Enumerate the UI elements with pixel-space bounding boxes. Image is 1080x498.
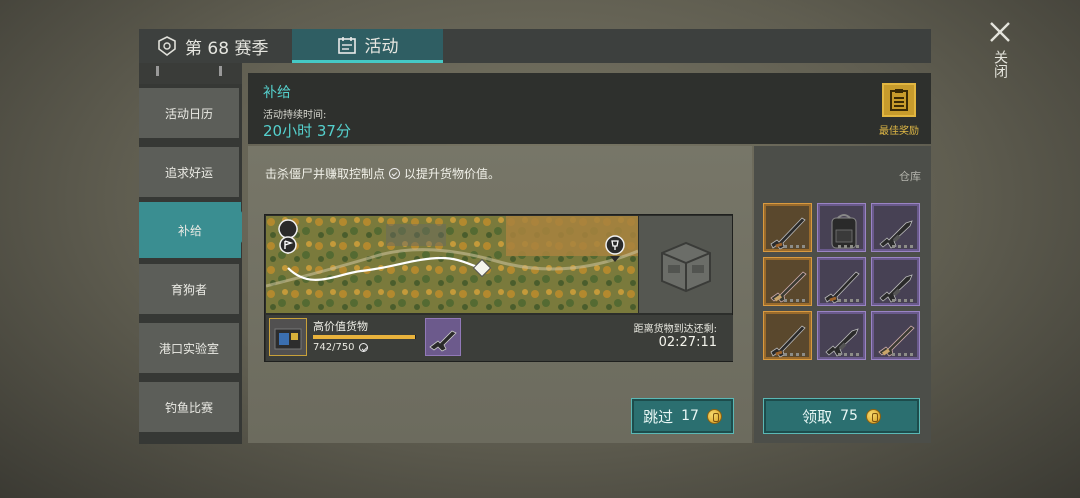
control-point-icon <box>358 343 368 352</box>
control-point-icon <box>389 168 401 179</box>
rarity-dots <box>838 245 862 248</box>
claim-cost: 75 <box>840 408 858 424</box>
sidebar-item-label: 钓鱼比赛 <box>164 400 213 415</box>
instruction-prefix: 击杀僵尸并赚取控制点 <box>265 167 386 181</box>
tab-bar: 第 68 赛季 活动 <box>139 29 931 63</box>
cargo-name: 高价值货物 <box>313 320 368 333</box>
skip-button-label: 跳过 <box>643 407 674 426</box>
calendar-icon <box>337 36 356 54</box>
warehouse-slot[interactable] <box>763 257 812 306</box>
event-title: 补给 <box>263 85 291 101</box>
cargo-count-value: 742/750 <box>313 342 355 353</box>
sidebar-item-luck[interactable]: 追求好运 <box>139 147 239 197</box>
assault-rifle-icon <box>429 330 457 352</box>
assault-rifle-icon <box>879 220 913 249</box>
route-map <box>266 216 638 313</box>
duration-label: 活动持续时间: <box>263 110 327 121</box>
rarity-dots <box>892 299 916 302</box>
tab-activity-label: 活动 <box>364 37 399 57</box>
shotgun-icon <box>770 325 806 358</box>
shotgun-icon <box>770 217 806 250</box>
cargo-progress-fill <box>313 335 415 339</box>
sidebar-item-label: 活动日历 <box>164 106 213 121</box>
sidebar: 活动日历 追求好运 补给 育狗者 港口实验室 钓鱼比赛 <box>139 63 242 444</box>
cargo-progress-bar <box>313 335 416 339</box>
best-reward-label: 最佳奖励 <box>879 126 919 137</box>
sidebar-item-dog-breeder[interactable]: 育狗者 <box>139 264 239 314</box>
tab-season[interactable]: 第 68 赛季 <box>157 29 268 63</box>
sidebar-item-label: 补给 <box>177 223 202 238</box>
warehouse-slot[interactable] <box>817 311 866 360</box>
cargo-reward-slot[interactable] <box>425 318 461 356</box>
warehouse-slot[interactable] <box>817 257 866 306</box>
close-button[interactable]: 关闭 <box>984 20 1016 100</box>
warehouse-slot[interactable] <box>871 311 920 360</box>
claim-button[interactable]: 领取 75 <box>763 398 920 434</box>
backpack-icon <box>831 214 857 249</box>
best-reward-button[interactable]: 最佳奖励 <box>874 83 924 137</box>
event-header: 补给 活动持续时间: 20小时 37分 最佳奖励 <box>248 73 931 144</box>
cargo-row: 高价值货物 742/750 距离货物到达还剩: 02:27:11 <box>266 315 733 361</box>
warehouse-label: 仓库 <box>899 170 921 183</box>
warehouse-slot[interactable] <box>817 203 866 252</box>
warehouse-slot[interactable] <box>763 203 812 252</box>
sidebar-item-calendar[interactable]: 活动日历 <box>139 88 239 138</box>
close-icon <box>990 22 1010 42</box>
shotgun-icon <box>824 271 860 304</box>
rarity-dots <box>784 353 808 356</box>
rarity-dots <box>838 353 862 356</box>
rifle-icon <box>770 271 807 303</box>
assault-rifle-icon <box>879 274 913 303</box>
instruction-text: 击杀僵尸并赚取控制点 以提升货物价值。 <box>265 165 500 182</box>
claim-button-label: 领取 <box>802 407 833 426</box>
sidebar-item-port-lab[interactable]: 港口实验室 <box>139 323 239 373</box>
sidebar-scroll-indicator <box>139 63 242 84</box>
tab-season-label: 第 68 赛季 <box>185 38 269 59</box>
rifle-icon <box>878 325 915 357</box>
coin-icon <box>706 408 722 424</box>
coin-icon <box>865 408 881 424</box>
rarity-dots <box>838 299 862 302</box>
supply-crate-image <box>639 216 732 313</box>
warehouse-slot[interactable] <box>763 311 812 360</box>
rarity-dots <box>784 245 808 248</box>
warehouse-slot[interactable] <box>871 257 920 306</box>
sidebar-item-label: 追求好运 <box>164 165 213 180</box>
sidebar-item-label: 育狗者 <box>170 282 207 297</box>
sidebar-item-fishing[interactable]: 钓鱼比赛 <box>139 382 239 432</box>
sidebar-item-supply[interactable]: 补给 <box>139 202 242 258</box>
season-badge-icon <box>158 36 176 56</box>
eta-label: 距离货物到达还剩: <box>633 324 717 335</box>
cargo-count: 742/750 <box>313 342 368 353</box>
instruction-suffix: 以提升货物价值。 <box>404 167 501 181</box>
supply-panel: 击杀僵尸并赚取控制点 以提升货物价值。 高价值货物 742/750 距离货物到达… <box>248 146 752 443</box>
skip-button[interactable]: 跳过 17 <box>631 398 734 434</box>
duration-value: 20小时 37分 <box>263 122 351 140</box>
cargo-chest-icon <box>269 318 307 356</box>
skip-cost: 17 <box>681 408 699 424</box>
rarity-dots <box>892 353 916 356</box>
close-label: 关闭 <box>992 50 1008 78</box>
warehouse-slot[interactable] <box>871 203 920 252</box>
crate-icon <box>660 241 711 292</box>
sidebar-item-label: 港口实验室 <box>158 341 219 356</box>
clipboard-icon <box>882 83 916 117</box>
tab-activity[interactable]: 活动 <box>292 29 443 63</box>
rarity-dots <box>784 299 808 302</box>
eta-timer: 02:27:11 <box>658 335 717 350</box>
rarity-dots <box>892 245 916 248</box>
route-card: 高价值货物 742/750 距离货物到达还剩: 02:27:11 <box>264 214 733 362</box>
assault-rifle-icon <box>825 328 859 357</box>
